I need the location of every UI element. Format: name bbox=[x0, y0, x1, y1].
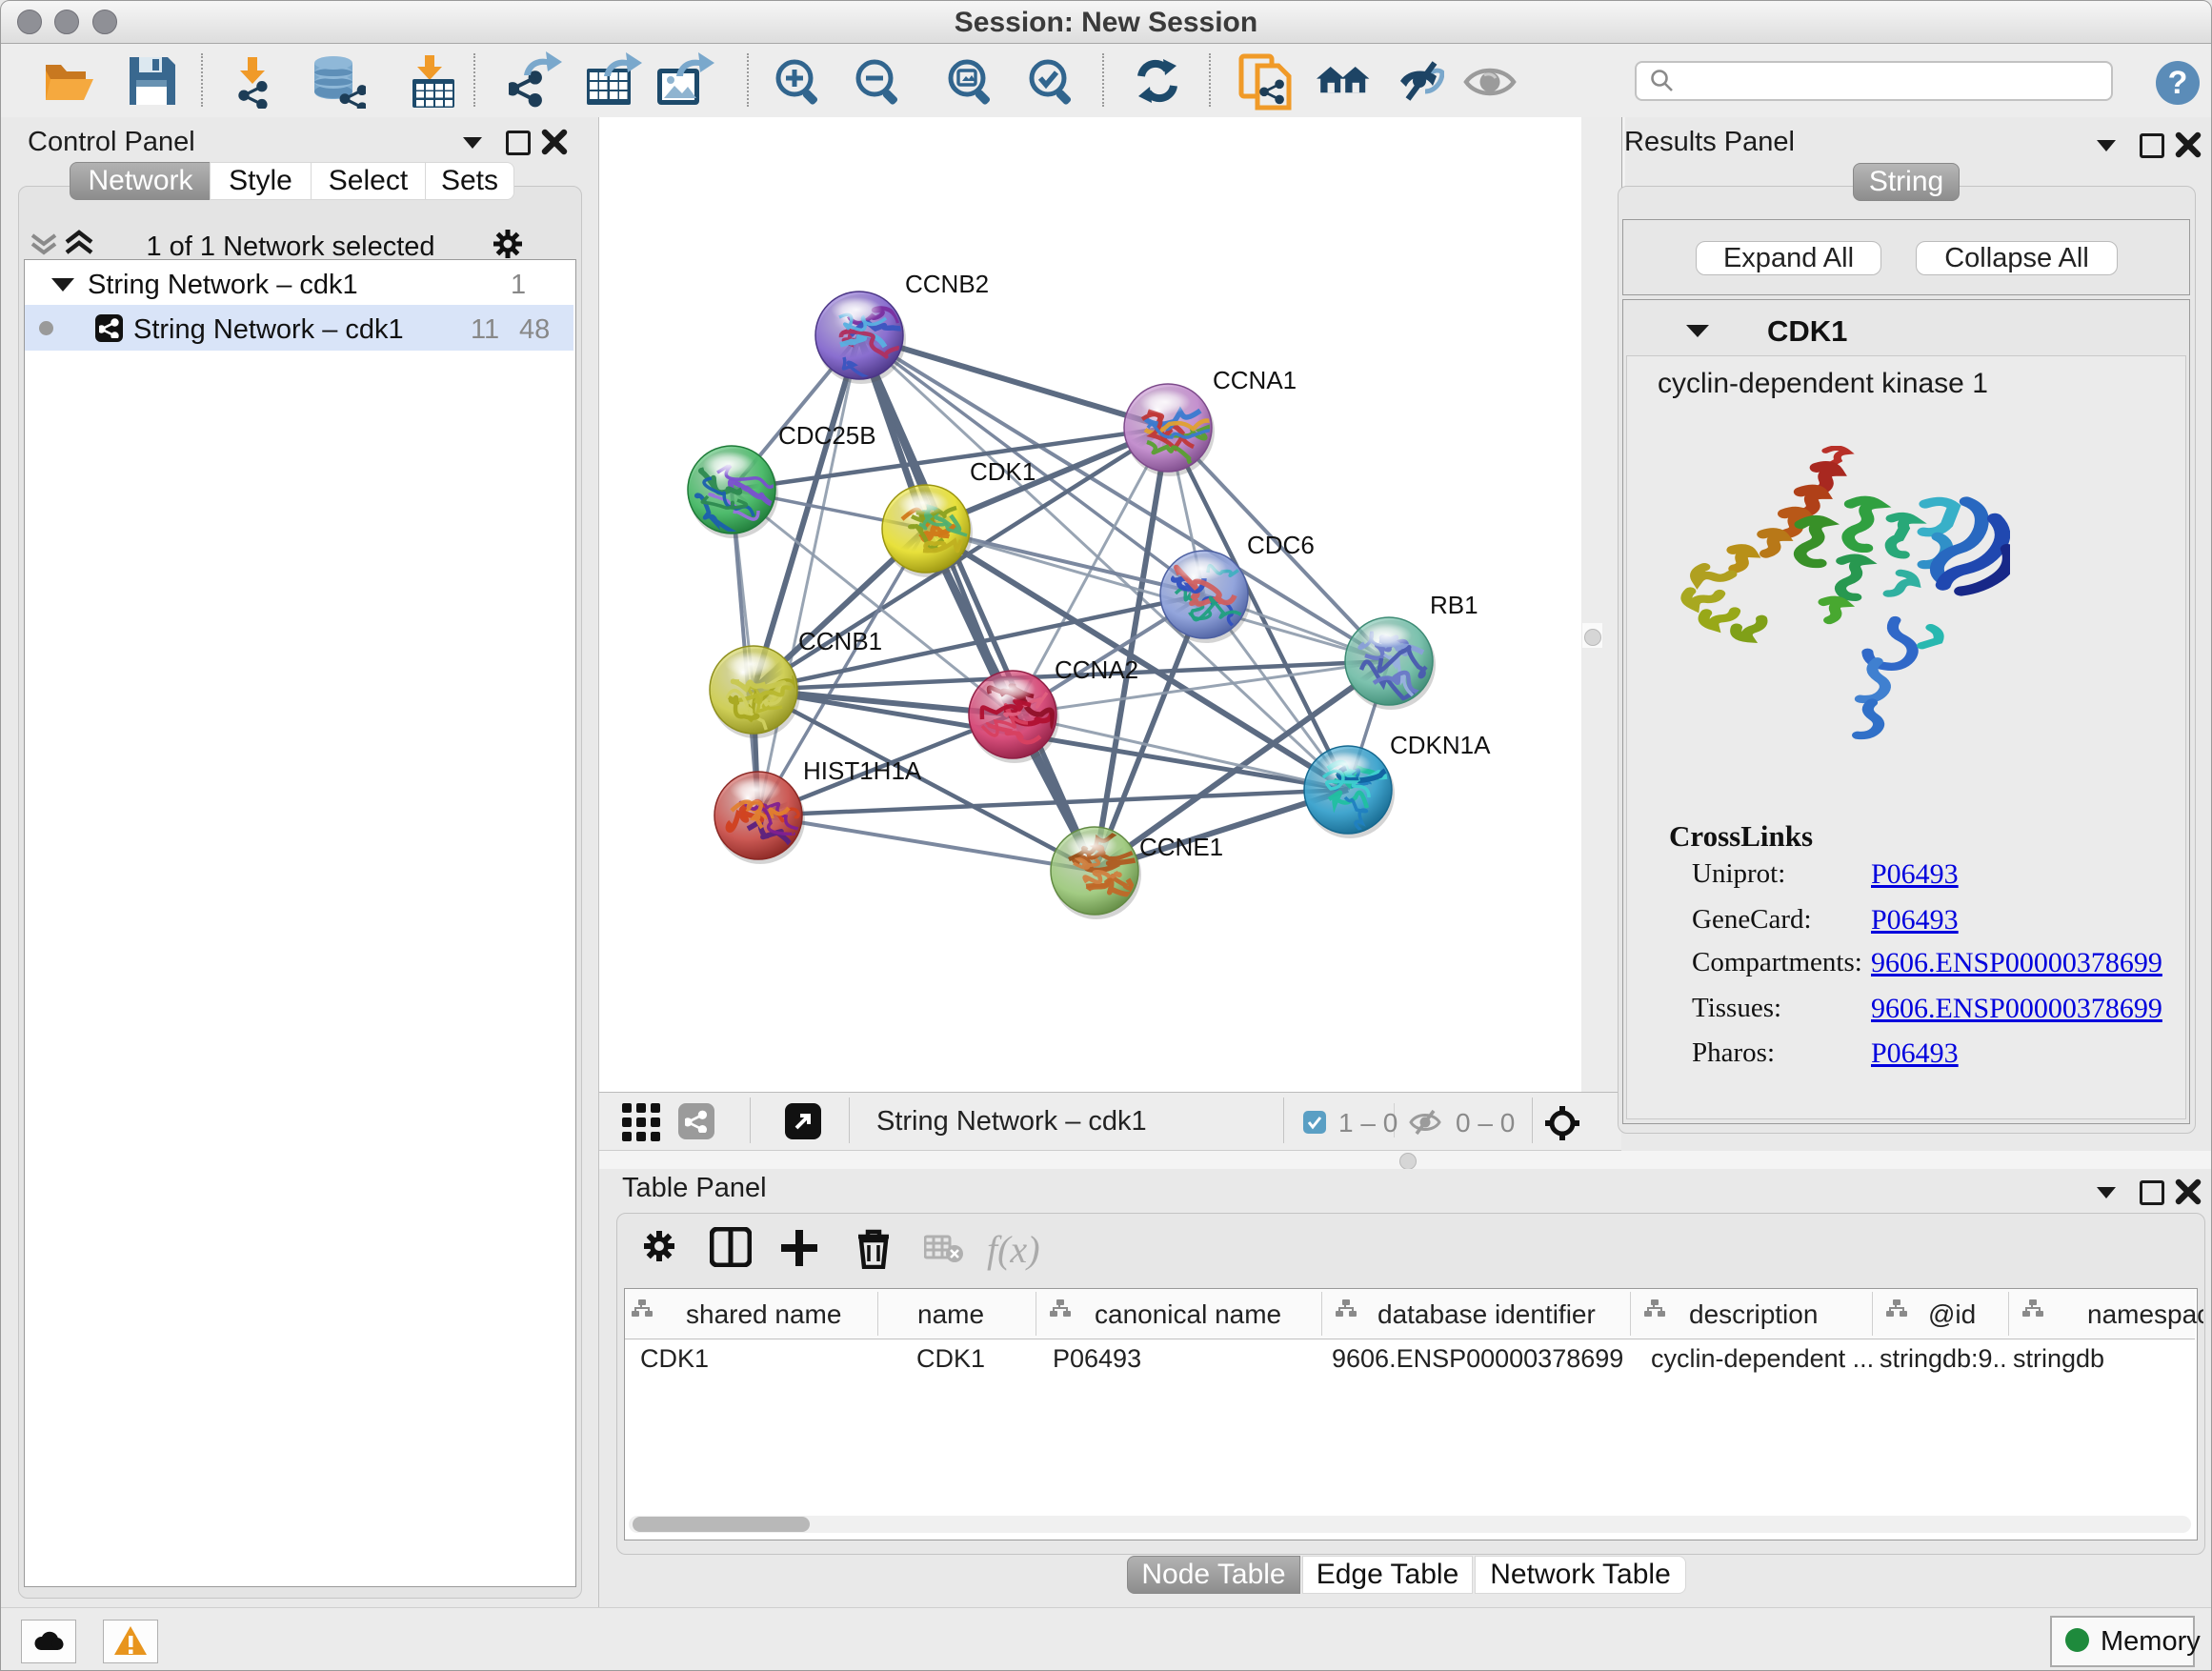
svg-text:CDC6: CDC6 bbox=[1247, 531, 1315, 559]
svg-text:HIST1H1A: HIST1H1A bbox=[803, 756, 922, 785]
svg-text:CDC25B: CDC25B bbox=[778, 421, 876, 450]
svg-text:CDK1: CDK1 bbox=[970, 457, 1036, 486]
svg-text:CCNA2: CCNA2 bbox=[1055, 655, 1138, 684]
svg-text:CDKN1A: CDKN1A bbox=[1390, 731, 1491, 759]
svg-text:CCNE1: CCNE1 bbox=[1139, 833, 1223, 861]
svg-text:CCNB2: CCNB2 bbox=[905, 270, 989, 298]
svg-text:CCNA1: CCNA1 bbox=[1213, 366, 1297, 394]
svg-text:CCNB1: CCNB1 bbox=[798, 627, 882, 655]
svg-text:RB1: RB1 bbox=[1430, 591, 1478, 619]
